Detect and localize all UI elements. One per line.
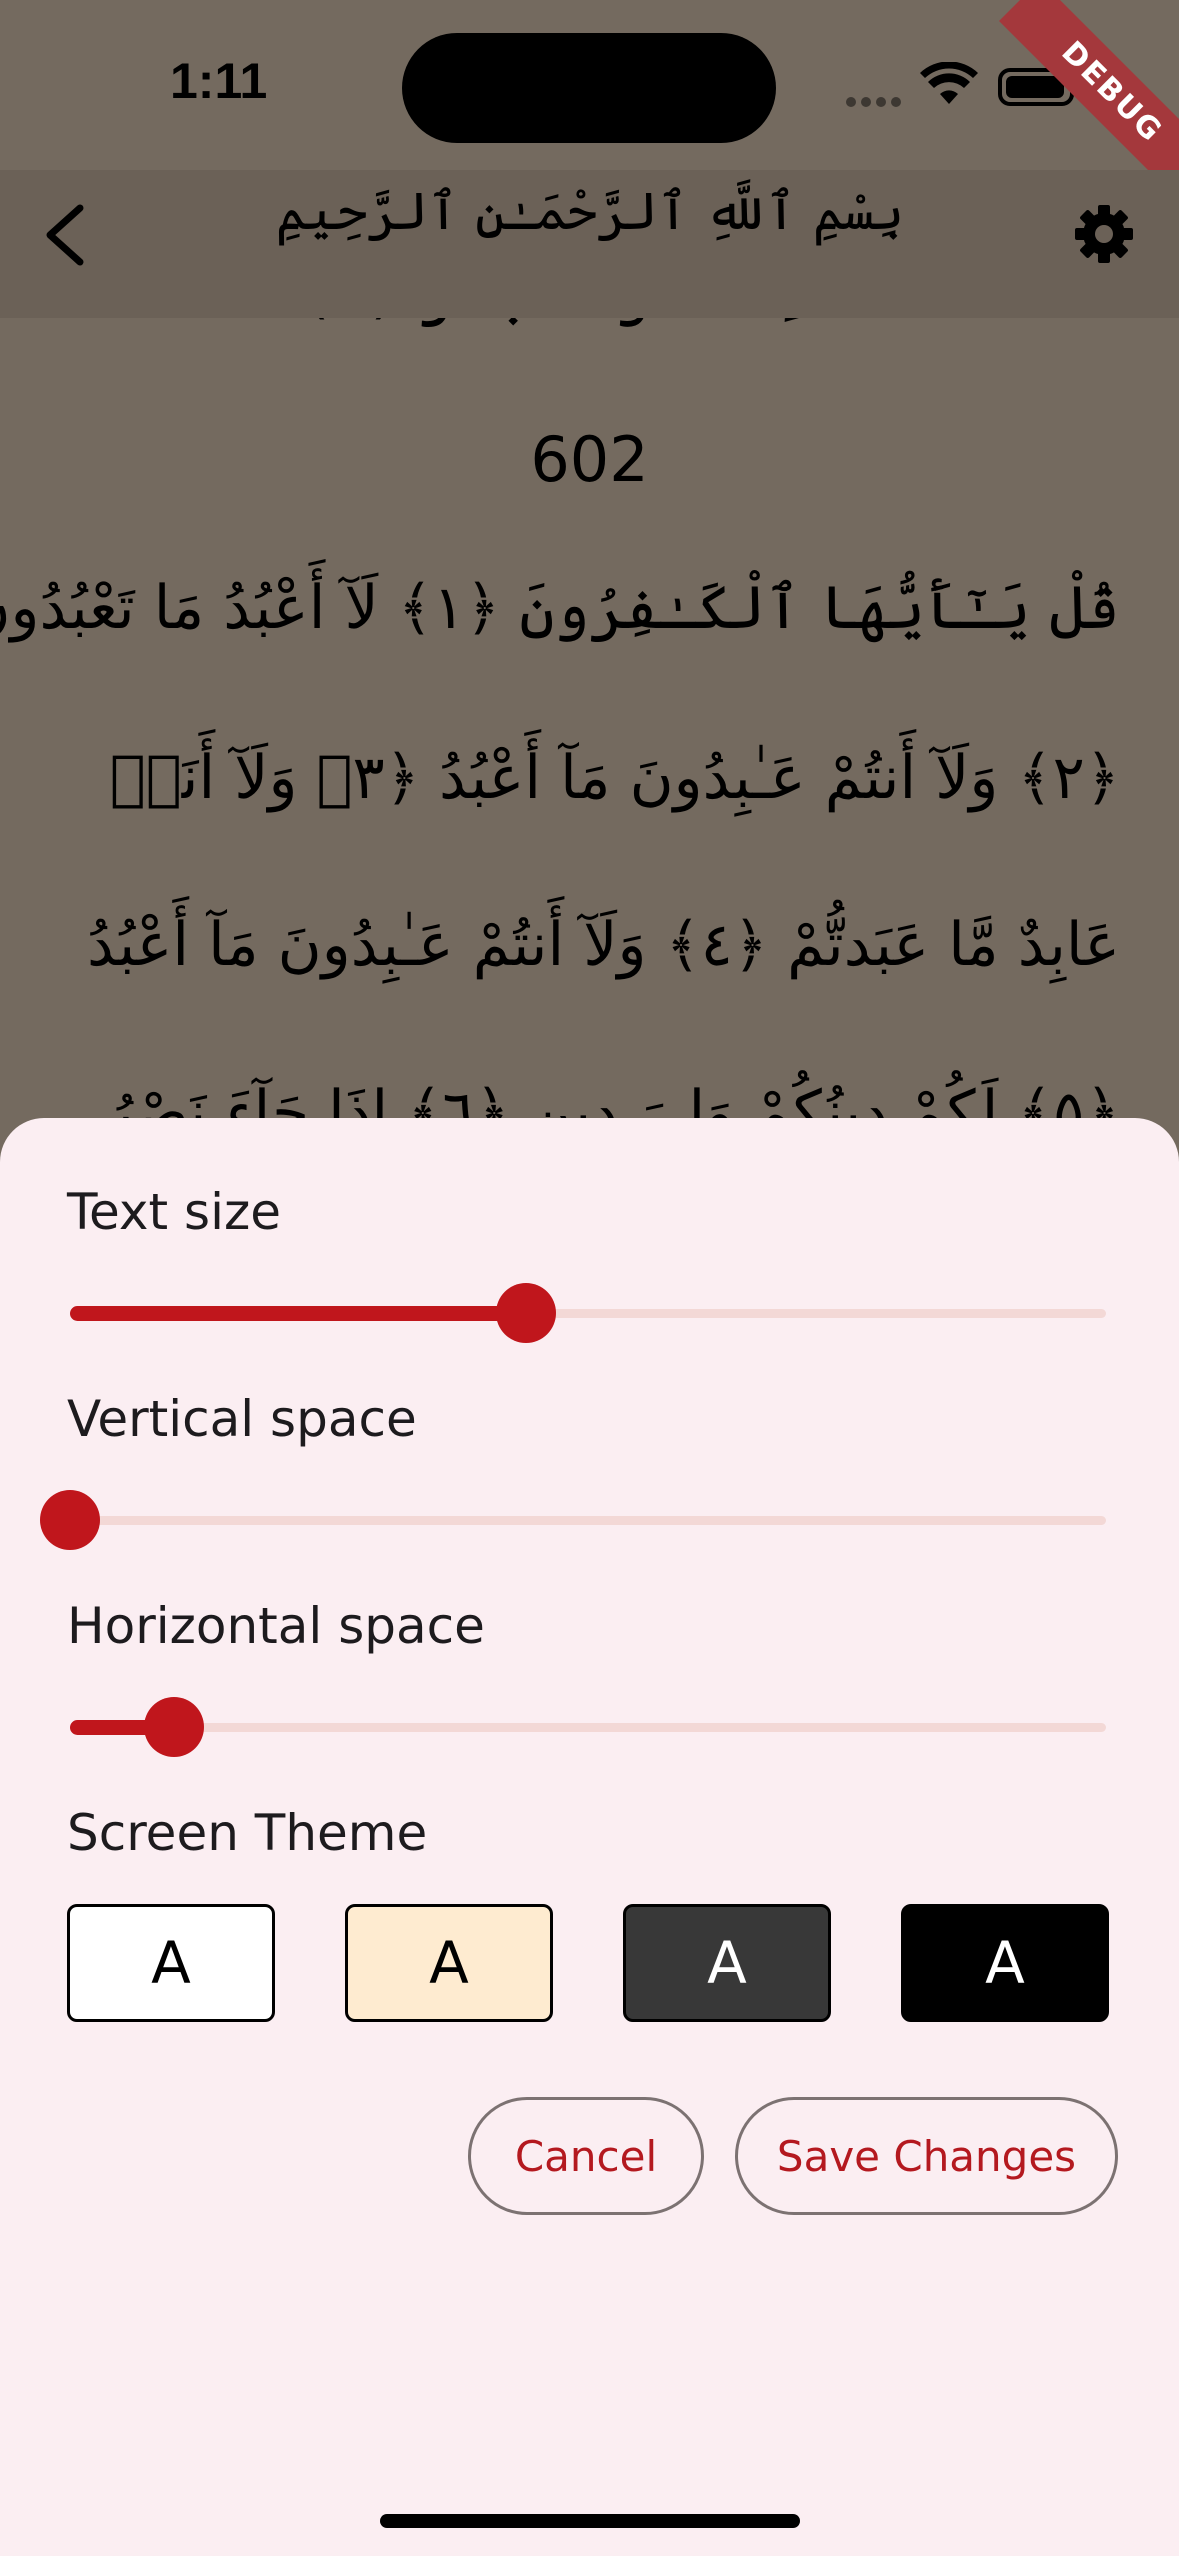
wifi-icon (920, 62, 978, 104)
theme-option-white[interactable]: A (67, 1904, 275, 2022)
theme-option-black[interactable]: A (901, 1904, 1109, 2022)
text-size-slider[interactable] (70, 1283, 1106, 1343)
slider-active-track (70, 1306, 526, 1321)
horizontal-space-slider[interactable] (70, 1697, 1106, 1757)
slider-track (70, 1516, 1106, 1525)
verse-line: عَابِدٌ مَّا عَبَدتُّمْ ﴿٤﴾ وَلَآ أَنتُم… (87, 910, 1120, 980)
slider-thumb[interactable] (143, 1697, 204, 1757)
theme-option-dark-gray[interactable]: A (623, 1904, 831, 2022)
save-changes-button[interactable]: Save Changes (735, 2097, 1118, 2215)
vertical-space-slider[interactable] (40, 1490, 1106, 1550)
previous-verse-line: شَانِئَكَ هُوَ ٱلْأَبْتَرُ ﴿٣﴾ (0, 318, 1179, 328)
dynamic-island (402, 33, 776, 143)
theme-option-sepia[interactable]: A (345, 1904, 553, 2022)
page-number: 602 (530, 423, 649, 496)
back-arrow-icon[interactable] (40, 200, 100, 270)
verse-line: ﴿٥﴾ لَكُمْ دِينُكُمْ وَلِيَ دِينِ ﴿٦﴾ إِ… (104, 1078, 1120, 1118)
vertical-space-label: Vertical space (67, 1390, 417, 1448)
slider-thumb[interactable] (495, 1283, 556, 1343)
verse-line: ﴿٢﴾ وَلَآ أَنتُمْ عَـٰبِدُونَ مَآ أَعْبُ… (109, 743, 1120, 813)
status-time: 1:11 (170, 53, 268, 109)
text-size-label: Text size (67, 1183, 281, 1241)
gear-icon[interactable] (1074, 204, 1134, 264)
cancel-button[interactable]: Cancel (468, 2097, 704, 2215)
page-title: بِسْمِ ٱللَّهِ ٱلرَّحْمَـٰنِ ٱلرَّحِيمِ (275, 182, 905, 242)
screen-theme-label: Screen Theme (67, 1804, 428, 1862)
verse-line: قُلْ يَـٰٓأَيُّهَا ٱلْكَـٰفِرُونَ ﴿١﴾ لَ… (0, 573, 1120, 643)
cellular-signal-icon (846, 92, 906, 107)
home-indicator (380, 2514, 800, 2528)
horizontal-space-label: Horizontal space (67, 1597, 485, 1655)
quran-text-area: شَانِئَكَ هُوَ ٱلْأَبْتَرُ ﴿٣﴾ 602 قُلْ … (0, 318, 1179, 1118)
slider-thumb[interactable] (40, 1490, 100, 1550)
status-bar: 1:11 (0, 0, 1179, 170)
slider-track (70, 1723, 1106, 1732)
